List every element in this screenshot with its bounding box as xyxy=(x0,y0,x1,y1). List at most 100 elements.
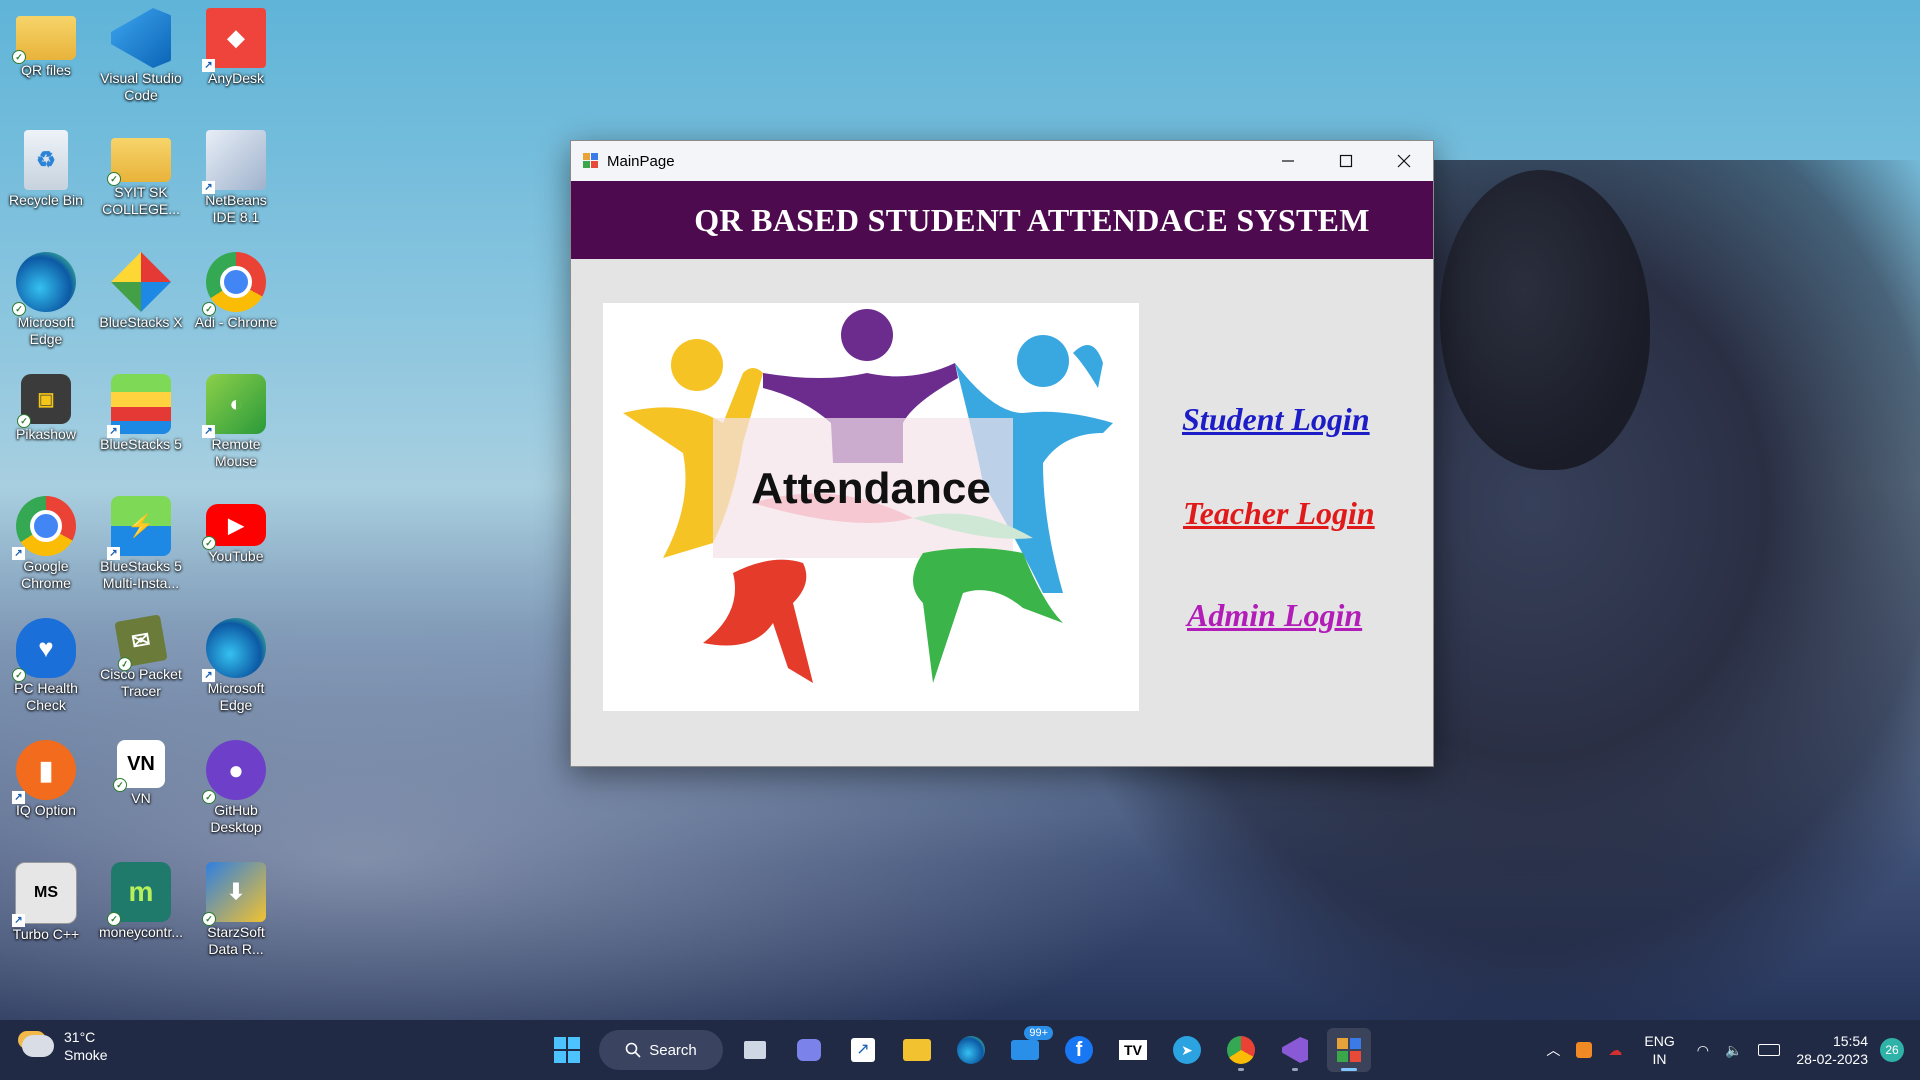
weather-widget[interactable]: 31°C Smoke xyxy=(22,1028,108,1064)
window-titlebar[interactable]: MainPage xyxy=(571,141,1433,181)
chrome-icon: ✓ xyxy=(202,252,266,316)
chevron-up-icon[interactable]: ︿ xyxy=(1546,1040,1560,1060)
search-label: Search xyxy=(649,1041,697,1059)
notification-badge[interactable]: 26 xyxy=(1880,1038,1904,1062)
app-heading: QR BASED STUDENT ATTENDACE SYSTEM xyxy=(694,201,1370,238)
tradingview-taskbar-button[interactable]: TV xyxy=(1111,1028,1155,1072)
lang-top: ENG xyxy=(1644,1033,1675,1049)
desktop-icon-syit-folder[interactable]: ✓ SYIT SK COLLEGE... xyxy=(95,122,187,240)
task-view-button[interactable] xyxy=(733,1028,777,1072)
youtube-icon: ▶ ✓ xyxy=(202,504,266,550)
minimize-icon xyxy=(1282,160,1294,162)
tray-app-icon[interactable] xyxy=(1576,1042,1593,1058)
facebook-taskbar-button[interactable]: f xyxy=(1057,1028,1101,1072)
telegram-icon: ➤ xyxy=(1173,1036,1201,1064)
recycle-bin-icon: ♻ xyxy=(24,130,68,190)
desktop-icon-remote-mouse[interactable]: ◐ ↗ Remote Mouse xyxy=(190,366,282,484)
student-login-link[interactable]: Student Login xyxy=(1182,401,1370,438)
desktop-icon-iq-option[interactable]: ▮ ↗ IQ Option xyxy=(0,732,92,850)
window-title: MainPage xyxy=(607,152,675,170)
taskbar-search[interactable]: Search xyxy=(599,1030,723,1070)
edge-icon: ✓ xyxy=(12,252,76,316)
iq-option-icon: ▮ ↗ xyxy=(12,740,76,804)
attendance-image-text: Attendance xyxy=(751,464,991,513)
teams-chat-button[interactable] xyxy=(787,1028,831,1072)
mainpage-taskbar-button[interactable] xyxy=(1327,1028,1371,1072)
vn-icon: VN ✓ xyxy=(113,740,165,792)
moneycontrol-icon: m ✓ xyxy=(107,862,171,926)
desktop-icon-starzsoft[interactable]: ⬇ ✓ StarzSoft Data R... xyxy=(190,854,282,972)
vscode-icon xyxy=(111,8,171,68)
desktop-icon-edge-2[interactable]: ↗ Microsoft Edge xyxy=(190,610,282,728)
folder-icon: ✓ xyxy=(107,138,171,186)
desktop-icon-moneycontrol[interactable]: m ✓ moneycontr... xyxy=(95,854,187,972)
facebook-icon: f xyxy=(1065,1036,1093,1064)
lang-bottom: IN xyxy=(1652,1051,1667,1067)
battery-icon[interactable] xyxy=(1758,1044,1781,1056)
volume-icon[interactable]: 🔈 xyxy=(1725,1042,1742,1059)
taskbar-apps: Search ↗ 99+ f TV ➤ xyxy=(545,1026,1371,1072)
edge-taskbar-button[interactable] xyxy=(949,1028,993,1072)
desktop-icon-github[interactable]: ● ✓ GitHub Desktop xyxy=(190,732,282,850)
mail-taskbar-button[interactable]: 99+ xyxy=(1003,1026,1053,1072)
admin-login-link[interactable]: Admin Login xyxy=(1187,597,1362,634)
desktop-icon-bluestacks-5[interactable]: ↗ BlueStacks 5 xyxy=(95,366,187,484)
desktop-icon-bluestacks-x[interactable]: BlueStacks X xyxy=(95,244,187,362)
folder-icon xyxy=(903,1039,931,1061)
task-view-icon xyxy=(744,1041,766,1059)
maximize-button[interactable] xyxy=(1317,141,1375,181)
folder-icon: ✓ xyxy=(12,16,76,64)
desktop-icon-pikashow[interactable]: ▣ ✓ Pikashow xyxy=(0,366,92,484)
telegram-taskbar-button[interactable]: ➤ xyxy=(1165,1028,1209,1072)
file-explorer-button[interactable] xyxy=(895,1028,939,1072)
stocks-icon: ↗ xyxy=(851,1038,875,1062)
remote-mouse-icon: ◐ ↗ xyxy=(202,374,266,438)
desktop-icon-vn[interactable]: VN ✓ VN xyxy=(95,732,187,850)
app-icon xyxy=(1337,1038,1361,1062)
desktop-icon-vscode[interactable]: Visual Studio Code xyxy=(95,0,187,118)
desktop-icon-qr-files[interactable]: ✓ QR files xyxy=(0,0,92,118)
wifi-icon[interactable]: ◠ xyxy=(1697,1042,1709,1059)
desktop-icon-edge[interactable]: ✓ Microsoft Edge xyxy=(0,244,92,362)
mail-badge: 99+ xyxy=(1024,1026,1053,1040)
desktop-icon-recycle-bin[interactable]: ♻ Recycle Bin xyxy=(0,122,92,240)
chrome-taskbar-button[interactable] xyxy=(1219,1028,1263,1072)
desktop-icon-netbeans[interactable]: ↗ NetBeans IDE 8.1 xyxy=(190,122,282,240)
app-icon xyxy=(583,153,599,169)
desktop-icon-youtube[interactable]: ▶ ✓ YouTube xyxy=(190,488,282,606)
maximize-icon xyxy=(1339,154,1353,168)
start-button[interactable] xyxy=(545,1028,589,1072)
close-button[interactable] xyxy=(1375,141,1433,181)
github-icon: ● ✓ xyxy=(202,740,266,804)
chrome-icon xyxy=(1227,1036,1255,1064)
cisco-icon: ✉ ✓ xyxy=(114,614,168,673)
edge-icon: ↗ xyxy=(202,618,266,682)
netbeans-icon: ↗ xyxy=(202,130,266,194)
pikashow-icon: ▣ ✓ xyxy=(17,374,71,428)
anydesk-icon: ◆ ↗ xyxy=(202,8,266,72)
desktop-icon-pc-health[interactable]: ♥ ✓ PC Health Check xyxy=(0,610,92,728)
search-icon xyxy=(625,1042,641,1058)
desktop-icon-google-chrome[interactable]: ↗ Google Chrome xyxy=(0,488,92,606)
starzsoft-icon: ⬇ ✓ xyxy=(202,862,266,926)
desktop-icon-bluestacks-multi[interactable]: ⚡ ↗ BlueStacks 5 Multi-Insta... xyxy=(95,488,187,606)
mail-icon xyxy=(1011,1040,1039,1060)
mainpage-window: MainPage QR BASED STUDENT ATTENDACE SYST… xyxy=(570,140,1434,767)
desktop-icon-anydesk[interactable]: ◆ ↗ AnyDesk xyxy=(190,0,282,118)
teacher-login-link[interactable]: Teacher Login xyxy=(1183,495,1375,532)
weather-desc: Smoke xyxy=(64,1047,108,1063)
close-icon xyxy=(1397,154,1411,168)
edge-icon xyxy=(957,1036,985,1064)
language-indicator[interactable]: ENG IN xyxy=(1644,1032,1674,1068)
onedrive-error-icon[interactable]: ☁ xyxy=(1608,1042,1622,1059)
desktop-icon-adi-chrome[interactable]: ✓ Adi - Chrome xyxy=(190,244,282,362)
stocks-app-button[interactable]: ↗ xyxy=(841,1028,885,1072)
clock[interactable]: 15:54 28-02-2023 xyxy=(1796,1032,1868,1068)
desktop-icon-cisco[interactable]: ✉ ✓ Cisco Packet Tracer xyxy=(95,610,187,728)
desktop-icon-turbo-c[interactable]: MS ↗ Turbo C++ xyxy=(0,854,92,972)
attendance-image: Attendance xyxy=(603,303,1139,711)
window-controls xyxy=(1259,141,1433,181)
clock-date: 28-02-2023 xyxy=(1796,1051,1868,1067)
visual-studio-taskbar-button[interactable] xyxy=(1273,1028,1317,1072)
minimize-button[interactable] xyxy=(1259,141,1317,181)
